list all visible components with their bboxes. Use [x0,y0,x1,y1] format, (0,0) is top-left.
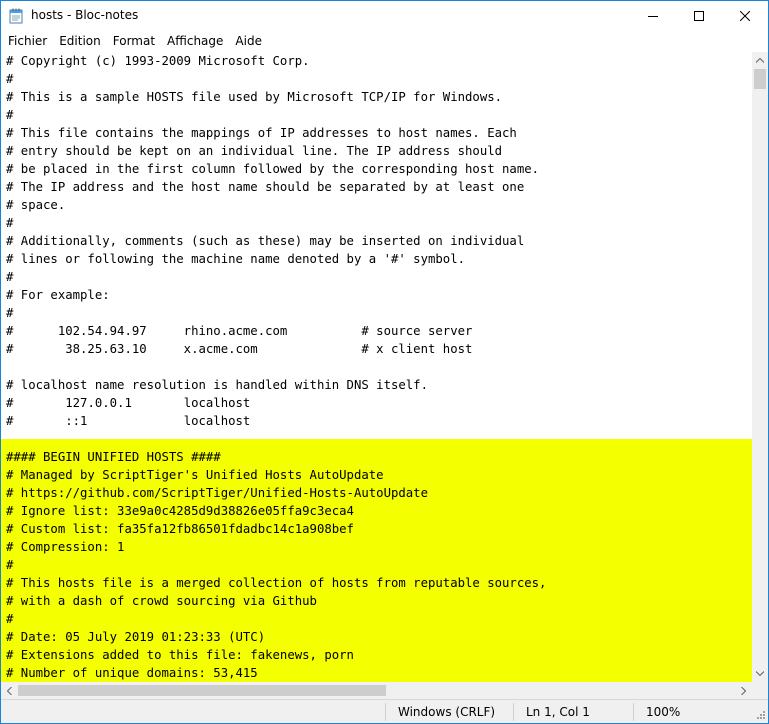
text-line[interactable]: # [1,70,752,88]
chevron-up-icon [756,58,764,63]
text-editor[interactable]: # Copyright (c) 1993-2009 Microsoft Corp… [1,52,752,682]
menu-affichage[interactable]: Affichage [161,31,229,51]
scroll-right-button[interactable] [735,682,752,699]
close-icon [740,11,750,21]
chevron-left-icon [7,686,12,695]
text-line[interactable] [1,358,752,376]
text-line[interactable]: # https://github.com/ScriptTiger/Unified… [1,484,752,502]
text-line[interactable]: # Number of unique domains: 53,415 [1,664,752,682]
text-line[interactable]: # 127.0.0.1 localhost [1,394,752,412]
menu-edition[interactable]: Edition [53,31,107,51]
status-separator [633,703,634,721]
minimize-button[interactable] [630,1,676,31]
status-separator [385,703,386,721]
chevron-right-icon [741,686,746,695]
text-line[interactable]: # [1,556,752,574]
scrollbar-corner [752,682,768,699]
status-bar: Windows (CRLF) Ln 1, Col 1 100% [1,699,768,723]
text-line[interactable]: # The IP address and the host name shoul… [1,178,752,196]
vertical-scrollbar[interactable] [752,52,768,682]
vertical-scroll-thumb[interactable] [754,69,766,89]
text-line[interactable]: #### BEGIN UNIFIED HOSTS #### [1,448,752,466]
minimize-icon [648,16,658,17]
status-separator [513,703,514,721]
text-line[interactable]: # with a dash of crowd sourcing via Gith… [1,592,752,610]
text-line[interactable]: # This is a sample HOSTS file used by Mi… [1,88,752,106]
text-line[interactable]: # This hosts file is a merged collection… [1,574,752,592]
text-line[interactable]: # 38.25.63.10 x.acme.com # x client host [1,340,752,358]
text-line[interactable]: # [1,610,752,628]
text-line[interactable]: # [1,214,752,232]
chevron-down-icon [756,671,764,676]
notepad-icon [9,8,23,24]
text-line[interactable]: # Date: 05 July 2019 01:23:33 (UTC) [1,628,752,646]
resize-grip-icon[interactable] [754,710,766,722]
horizontal-scrollbar[interactable] [1,682,752,699]
menu-fichier[interactable]: Fichier [1,31,53,51]
close-button[interactable] [722,1,768,31]
text-line[interactable]: # Custom list: fa35fa12fb86501fdadbc14c1… [1,520,752,538]
horizontal-scroll-thumb[interactable] [18,685,386,696]
status-zoom: 100% [646,705,681,719]
scroll-down-button[interactable] [752,665,768,682]
text-line[interactable]: # Managed by ScriptTiger's Unified Hosts… [1,466,752,484]
text-line[interactable]: # ::1 localhost [1,412,752,430]
text-line[interactable]: # Compression: 1 [1,538,752,556]
menu-format[interactable]: Format [107,31,161,51]
text-line[interactable]: # Copyright (c) 1993-2009 Microsoft Corp… [1,52,752,70]
status-encoding: Windows (CRLF) [398,705,496,719]
text-line[interactable]: # For example: [1,286,752,304]
text-line[interactable]: # 102.54.94.97 rhino.acme.com # source s… [1,322,752,340]
title-bar[interactable]: hosts - Bloc-notes [1,1,768,31]
text-line[interactable]: # [1,304,752,322]
text-line[interactable]: # Ignore list: 33e9a0c4285d9d38826e05ffa… [1,502,752,520]
menu-aide[interactable]: Aide [229,31,268,51]
text-line[interactable]: # be placed in the first column followed… [1,160,752,178]
text-line[interactable]: # [1,268,752,286]
text-line[interactable]: # lines or following the machine name de… [1,250,752,268]
maximize-icon [694,11,704,21]
status-cursor-position: Ln 1, Col 1 [526,705,590,719]
text-line[interactable]: # Additionally, comments (such as these)… [1,232,752,250]
text-line[interactable]: # [1,106,752,124]
text-line[interactable]: # Extensions added to this file: fakenew… [1,646,752,664]
text-line[interactable]: # localhost name resolution is handled w… [1,376,752,394]
scroll-up-button[interactable] [752,52,768,69]
text-line[interactable]: # entry should be kept on an individual … [1,142,752,160]
window-title: hosts - Bloc-notes [31,8,139,22]
text-line[interactable]: # space. [1,196,752,214]
menu-bar: Fichier Edition Format Affichage Aide [1,31,768,51]
notepad-window: hosts - Bloc-notes Fichier Edition Forma… [0,0,769,724]
text-line[interactable]: # This file contains the mappings of IP … [1,124,752,142]
scroll-left-button[interactable] [1,682,18,699]
maximize-button[interactable] [676,1,722,31]
text-line[interactable] [1,430,752,448]
